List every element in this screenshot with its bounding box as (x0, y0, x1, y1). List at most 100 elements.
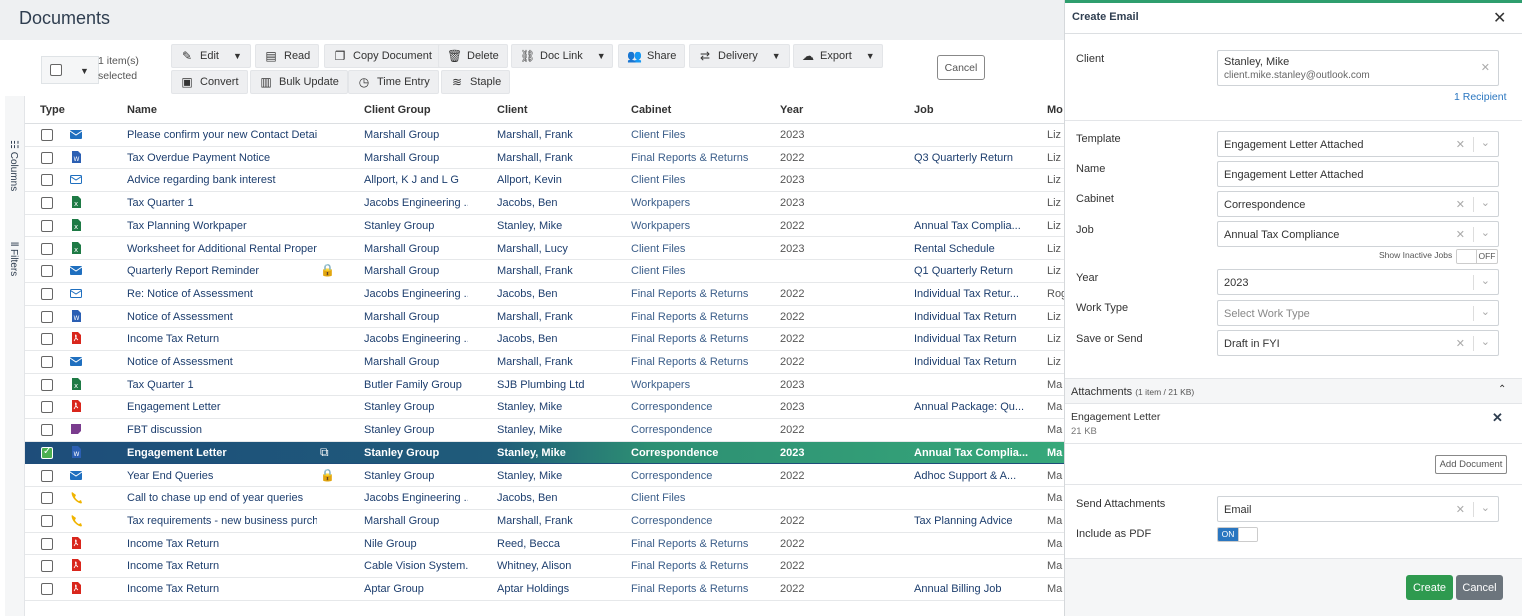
external-link-icon[interactable]: ⧉ (320, 445, 329, 460)
cell-doc-name[interactable]: Please confirm your new Contact Details (127, 129, 317, 141)
bulk-update-button[interactable]: ▥ Bulk Update (250, 70, 348, 94)
cell-doc-name[interactable]: Call to chase up end of year queries (127, 492, 317, 504)
cell-doc-name[interactable]: Tax Planning Workpaper (127, 220, 317, 232)
cell-doc-name[interactable]: Tax requirements - new business purchase (127, 515, 317, 527)
copy-document-button[interactable]: ❐ Copy Document (324, 44, 441, 68)
chevron-down-icon[interactable]: ⌄ (1481, 305, 1490, 318)
delivery-button[interactable]: ⇄ Delivery ▼ (689, 44, 790, 68)
client-field[interactable]: Stanley, Mike client.mike.stanley@outloo… (1217, 50, 1499, 86)
share-button[interactable]: 👥 Share (618, 44, 686, 68)
header-job[interactable]: Job (914, 104, 934, 116)
row-checkbox[interactable] (41, 310, 53, 323)
table-row[interactable]: x Tax Quarter 1 Jacobs Engineering ... Jaco… (25, 192, 1064, 215)
row-checkbox[interactable] (41, 129, 53, 141)
read-button[interactable]: ▤ Read (255, 44, 320, 68)
cell-doc-name[interactable]: Income Tax Return (127, 538, 317, 550)
export-button[interactable]: ☁ Export ▼ (793, 44, 883, 68)
table-row[interactable]: Income Tax Return Cable Vision System... W… (25, 555, 1064, 578)
table-row[interactable]: Engagement Letter Stanley Group Stanley, M… (25, 396, 1064, 420)
header-type[interactable]: Type (40, 104, 65, 116)
edit-button[interactable]: ✎ Edit ▼ (171, 44, 251, 68)
table-row[interactable]: Income Tax Return Nile Group Reed, Becca Fi… (25, 533, 1064, 556)
cell-doc-name[interactable]: Re: Notice of Assessment (127, 288, 317, 300)
row-checkbox[interactable] (41, 265, 53, 278)
row-checkbox[interactable] (41, 378, 53, 391)
caret-down-icon[interactable]: ▼ (80, 66, 89, 76)
lock-icon[interactable]: 🔒 (320, 263, 335, 277)
clear-icon[interactable]: ✕ (1481, 61, 1490, 74)
clear-icon[interactable]: ✕ (1456, 198, 1465, 211)
send-attachments-select[interactable]: Email ✕ ⌄ (1217, 496, 1499, 522)
row-checkbox[interactable] (41, 356, 53, 368)
row-checkbox[interactable] (41, 333, 53, 346)
cell-doc-name[interactable]: Tax Quarter 1 (127, 379, 317, 391)
row-checkbox[interactable] (41, 287, 53, 300)
row-checkbox[interactable] (41, 492, 53, 505)
table-row[interactable]: Income Tax Return Aptar Group Aptar Holdin… (25, 578, 1064, 601)
cell-doc-name[interactable]: Income Tax Return (127, 333, 317, 345)
save-or-send-select[interactable]: Draft in FYI ✕ ⌄ (1217, 330, 1499, 356)
columns-tab[interactable]: ☷ Columns (8, 140, 19, 191)
table-row[interactable]: Tax requirements - new business purchase… (25, 510, 1064, 533)
chevron-down-icon[interactable]: ⌄ (1481, 501, 1490, 514)
cell-doc-name[interactable]: Engagement Letter (127, 447, 317, 459)
table-row[interactable]: x Tax Planning Workpaper Stanley Group Stan… (25, 215, 1064, 238)
caret-down-icon[interactable]: ▼ (233, 51, 242, 61)
header-client-group[interactable]: Client Group (364, 104, 431, 116)
clear-icon[interactable]: ✕ (1456, 228, 1465, 241)
row-checkbox[interactable] (41, 560, 53, 573)
job-select[interactable]: Annual Tax Compliance ✕ ⌄ (1217, 221, 1499, 247)
row-checkbox[interactable] (41, 469, 53, 482)
row-checkbox[interactable] (41, 514, 53, 527)
convert-button[interactable]: ▣ Convert (171, 70, 248, 94)
clear-icon[interactable]: ✕ (1456, 138, 1465, 151)
table-row[interactable]: W Notice of Assessment Marshall Group Marsh… (25, 306, 1064, 329)
clear-icon[interactable]: ✕ (1456, 337, 1465, 350)
table-row[interactable]: x Tax Quarter 1 Butler Family Group SJB Plu… (25, 374, 1064, 397)
chevron-down-icon[interactable]: ⌄ (1481, 196, 1490, 209)
cancel-button[interactable]: Cancel (937, 55, 985, 80)
time-entry-button[interactable]: ◷ Time Entry (348, 70, 439, 94)
show-inactive-toggle[interactable]: OFF (1456, 249, 1498, 264)
row-checkbox[interactable] (41, 197, 53, 210)
table-row[interactable]: FBT discussion Stanley Group Stanley, Mike… (25, 419, 1064, 442)
chevron-down-icon[interactable]: ⌄ (1481, 136, 1490, 149)
row-checkbox[interactable] (41, 174, 53, 187)
table-row[interactable]: Please confirm your new Contact Details M… (25, 124, 1064, 147)
header-year[interactable]: Year (780, 104, 803, 116)
cabinet-select[interactable]: Correspondence ✕ ⌄ (1217, 191, 1499, 217)
cell-doc-name[interactable]: Worksheet for Additional Rental Property (127, 243, 317, 255)
table-row[interactable]: Advice regarding bank interest Allport, K… (25, 169, 1064, 193)
header-cabinet[interactable]: Cabinet (631, 104, 671, 116)
caret-down-icon[interactable]: ▼ (772, 51, 781, 61)
year-select[interactable]: 2023 ⌄ (1217, 269, 1499, 295)
table-row[interactable]: ✓ W Engagement Letter Stanley Group Stanley,… (25, 441, 1064, 465)
row-checkbox[interactable] (41, 219, 53, 232)
cell-doc-name[interactable]: Quarterly Report Reminder (127, 265, 317, 277)
cell-doc-name[interactable]: Tax Quarter 1 (127, 197, 317, 209)
header-more[interactable]: Mo (1047, 104, 1063, 116)
chevron-down-icon[interactable]: ⌄ (1481, 335, 1490, 348)
table-row[interactable]: W Tax Overdue Payment Notice Marshall Grou… (25, 147, 1064, 170)
table-row[interactable]: Year End Queries Stanley Group Stanley, Mi… (25, 465, 1064, 488)
staple-button[interactable]: ≋ Staple (441, 70, 511, 94)
close-icon[interactable]: ✕ (1493, 8, 1506, 28)
cell-doc-name[interactable]: Engagement Letter (127, 401, 317, 413)
add-document-button[interactable]: Add Document (1435, 455, 1507, 474)
table-row[interactable]: Quarterly Report Reminder Marshall Group M… (25, 260, 1064, 283)
template-select[interactable]: Engagement Letter Attached ✕ ⌄ (1217, 131, 1499, 157)
create-button[interactable]: Create (1406, 575, 1453, 600)
row-checkbox[interactable] (41, 424, 53, 437)
work-type-select[interactable]: Select Work Type ⌄ (1217, 300, 1499, 326)
row-checkbox[interactable] (41, 537, 53, 550)
row-checkbox[interactable] (41, 401, 53, 414)
cell-doc-name[interactable]: Notice of Assessment (127, 356, 317, 368)
chevron-down-icon[interactable]: ⌄ (1481, 226, 1490, 239)
recipients-link[interactable]: 1 Recipient (1454, 91, 1507, 103)
name-input[interactable]: Engagement Letter Attached (1217, 161, 1499, 187)
clear-icon[interactable]: ✕ (1456, 503, 1465, 516)
cell-doc-name[interactable]: FBT discussion (127, 424, 317, 436)
select-all-dropdown[interactable]: ▼ (41, 56, 99, 84)
doc-link-button[interactable]: ⛓ Doc Link ▼ (511, 44, 613, 68)
chevron-down-icon[interactable]: ⌄ (1481, 274, 1490, 287)
